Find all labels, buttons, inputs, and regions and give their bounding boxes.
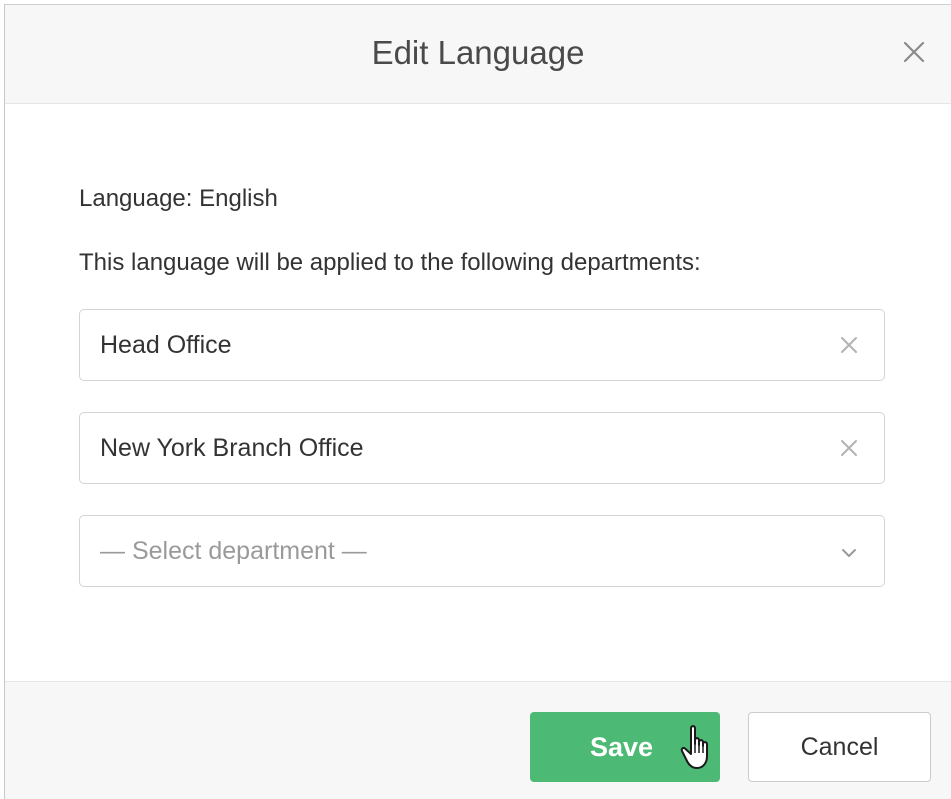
remove-icon (841, 337, 857, 353)
select-department-placeholder: — Select department — (100, 537, 367, 565)
department-label: Head Office (100, 331, 232, 359)
dialog-header: Edit Language (5, 5, 951, 104)
language-label: Language: English (79, 185, 278, 212)
chevron-down-icon (838, 542, 860, 564)
remove-department-button[interactable] (838, 437, 860, 459)
department-tag-head-office: Head Office (79, 309, 885, 381)
close-icon (903, 41, 925, 63)
remove-icon (841, 440, 857, 456)
edit-language-dialog: Edit Language Language: English This lan… (4, 4, 951, 799)
save-button-label: Save (590, 732, 654, 762)
department-label: New York Branch Office (100, 434, 364, 462)
remove-department-button[interactable] (838, 334, 860, 356)
save-button[interactable]: Save (530, 712, 720, 782)
close-button[interactable] (899, 37, 929, 67)
hand-pointer-icon (680, 725, 708, 769)
dialog-body: Language: English This language will be … (5, 104, 951, 680)
dialog-footer: Save Cancel (5, 681, 951, 799)
select-department-dropdown[interactable]: — Select department — (79, 515, 885, 587)
cancel-button[interactable]: Cancel (748, 712, 931, 782)
dialog-title: Edit Language (371, 34, 585, 71)
department-tag-new-york-branch-office: New York Branch Office (79, 412, 885, 484)
departments-description: This language will be applied to the fol… (79, 249, 701, 276)
